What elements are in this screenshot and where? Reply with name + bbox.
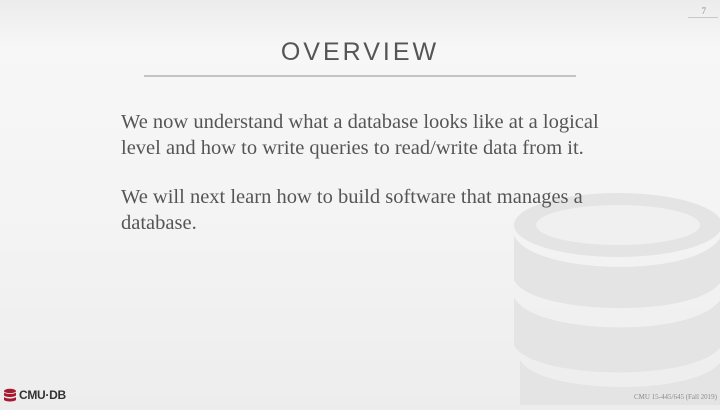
body-paragraph-2: We will next learn how to build software… — [121, 186, 583, 234]
page-number: 7 — [701, 6, 707, 16]
cmu-db-logo-icon — [4, 388, 16, 402]
title-divider — [144, 75, 576, 77]
body-paragraph-1: We now understand what a database looks … — [121, 111, 599, 159]
course-footer: CMU 15-445/645 (Fall 2019) — [633, 393, 717, 401]
slide-body: We now understand what a database looks … — [121, 109, 601, 259]
cmu-db-logo: CMU·DB — [3, 386, 66, 404]
page-number-divider — [688, 17, 718, 18]
slide-title: OVERVIEW — [280, 38, 440, 66]
logo-text: CMU·DB — [19, 388, 66, 402]
